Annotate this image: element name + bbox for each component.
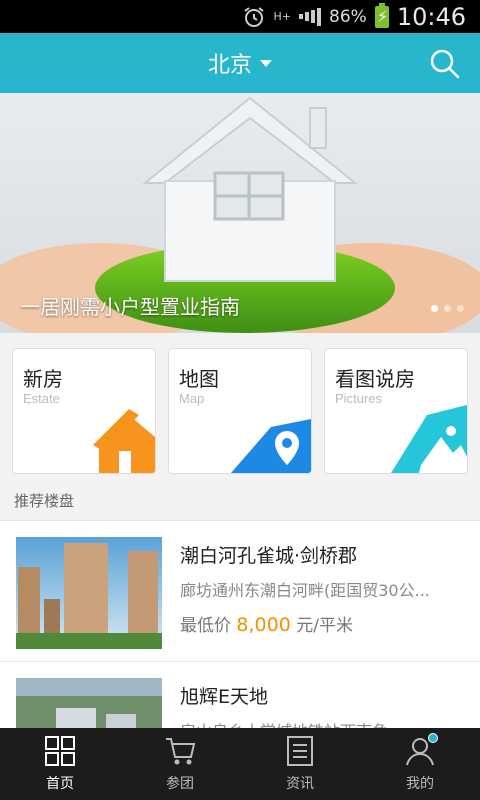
network-type: H+ [273,10,292,23]
clock: 10:46 [396,2,466,31]
category-subtitle: Pictures [335,391,382,406]
carousel-dot[interactable] [457,305,464,312]
category-title: 地图 [179,367,219,391]
alarm-icon [242,5,266,29]
listing-photo [16,678,162,729]
search-button[interactable] [428,47,462,81]
price-value: 8,000 [236,614,291,636]
picture-icon [391,405,467,473]
map-pin-icon [231,419,311,473]
listing-price-row: 最低价 8,000 元/平米 [180,611,353,636]
nav-label: 我的 [406,776,434,792]
home-grid-icon [45,736,75,766]
nav-label: 资讯 [286,776,314,792]
price-unit: 元/平米 [296,616,353,636]
category-new-homes[interactable]: 新房 Estate [12,348,156,474]
city-label: 北京 [207,53,252,78]
nav-group-buy[interactable]: 参团 [120,728,240,800]
banner-carousel[interactable]: 一居刚需小户型置业指南 [0,93,480,333]
list-item[interactable]: 潮白河孔雀城·剑桥郡 廊坊通州东潮白河畔(距国贸30公... 最低价 8,000… [0,521,480,662]
bottom-nav: 首页 参团 资讯 我的 [0,728,480,800]
listing-address: 廊坊通州东潮白河畔(距国贸30公... [180,581,430,600]
category-grid: 新房 Estate 地图 Map 看图说房 Pictures [12,348,468,474]
top-header: 北京 [0,33,480,93]
category-title: 新房 [23,367,63,391]
signal-icon [299,7,322,26]
status-bar: H+ 86% ⚡ 10:46 [0,0,480,33]
price-label: 最低价 [180,616,231,636]
chevron-down-icon [260,59,272,67]
carousel-dot[interactable] [431,305,438,312]
battery-icon: ⚡ [374,2,389,28]
notification-dot [428,733,438,743]
listing-list: 潮白河孔雀城·剑桥郡 廊坊通州东潮白河畔(距国贸30公... 最低价 8,000… [0,520,480,729]
listing-title: 旭辉E天地 [180,686,269,708]
nav-label: 首页 [46,776,74,792]
carousel-dot[interactable] [444,305,451,312]
nav-label: 参团 [166,776,194,792]
category-subtitle: Estate [23,391,60,406]
nav-news[interactable]: 资讯 [240,728,360,800]
carousel-dots [431,305,464,312]
listing-photo [16,537,162,649]
city-selector[interactable]: 北京 [208,47,272,79]
section-title: 推荐楼盘 [14,492,75,510]
category-map[interactable]: 地图 Map [168,348,312,474]
category-pictures[interactable]: 看图说房 Pictures [324,348,468,474]
user-icon [404,733,438,767]
banner-caption: 一居刚需小户型置业指南 [20,295,240,319]
search-icon [430,49,460,79]
battery-percent: 86% [329,6,367,27]
cart-icon [166,738,196,765]
house-icon [93,409,155,473]
listing-title: 潮白河孔雀城·剑桥郡 [180,545,358,567]
nav-home[interactable]: 首页 [0,728,120,800]
nav-mine[interactable]: 我的 [360,728,480,800]
news-icon [287,736,313,766]
category-subtitle: Map [179,391,205,406]
category-title: 看图说房 [335,367,415,391]
list-item[interactable]: 旭辉E天地 房山良乡大学城地铁站西南角 [0,662,480,729]
